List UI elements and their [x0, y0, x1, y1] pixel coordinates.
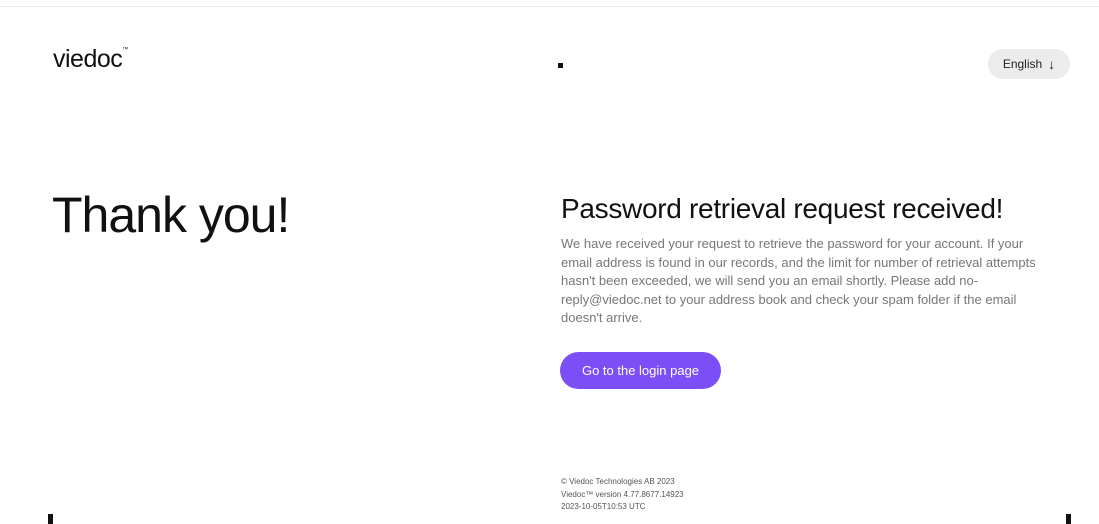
- confirmation-message: We have received your request to retriev…: [561, 236, 1036, 326]
- page-title: Password retrieval request received!: [561, 193, 1004, 224]
- decorative-dot: [558, 63, 563, 68]
- decorative-dot: [1066, 514, 1071, 524]
- version-text: Viedoc™ version 4.77.8677.14923: [561, 489, 684, 499]
- logo-text: viedoc: [53, 45, 123, 73]
- thank-you-heading: Thank you!: [52, 187, 290, 243]
- arrow-down-icon: ↓: [1048, 56, 1056, 72]
- logo-trademark: ™: [122, 47, 128, 53]
- copyright-text: © Viedoc Technologies AB 2023: [561, 477, 675, 486]
- footer: © Viedoc Technologies AB 2023 Viedoc™ ve…: [561, 476, 684, 514]
- language-label: English: [1002, 57, 1043, 71]
- decorative-dot: [48, 514, 53, 524]
- go-to-login-button[interactable]: Go to the login page: [560, 352, 721, 389]
- language-selector[interactable]: English ↓: [988, 49, 1070, 79]
- top-divider: [0, 6, 1099, 7]
- timestamp-text: 2023-10-05T10:53 UTC: [561, 502, 646, 511]
- viedoc-logo[interactable]: viedoc™: [53, 45, 128, 74]
